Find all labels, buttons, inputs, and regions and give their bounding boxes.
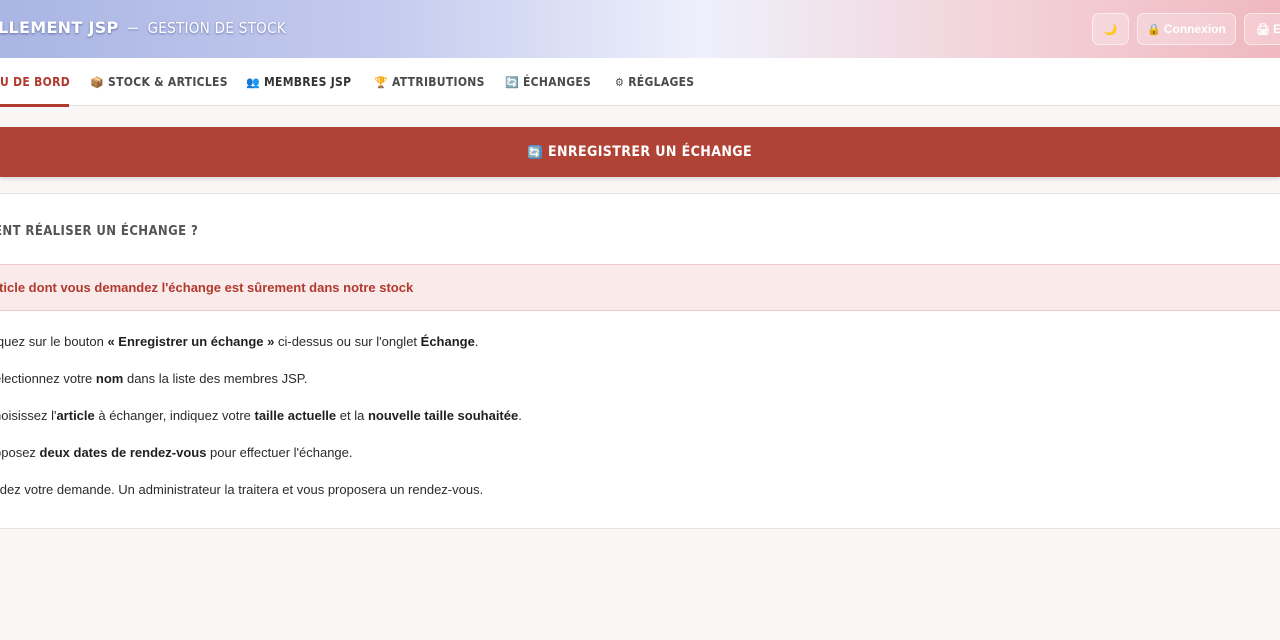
- step-emphasis: article: [56, 408, 95, 423]
- print-button-label: E: [1273, 22, 1280, 36]
- users-icon: 👥: [246, 75, 260, 89]
- exchange-help-card: ENT RÉALISER UN ÉCHANGE ? rticle dont vo…: [0, 193, 1280, 529]
- step-text: à échanger, indiquez votre: [94, 408, 255, 423]
- theme-toggle-button[interactable]: 🌙: [1092, 13, 1129, 45]
- register-exchange-label: ENREGISTRER UN ÉCHANGE: [547, 144, 753, 160]
- brand-name: LLEMENT JSP: [0, 18, 119, 37]
- tab-members[interactable]: 👥 MEMBRES JSP: [246, 58, 351, 106]
- brand-separator: –: [127, 17, 139, 37]
- step-text: électionnez votre: [0, 371, 96, 386]
- login-button[interactable]: 🔒 Connexion: [1137, 13, 1236, 45]
- step-emphasis: Échange: [420, 334, 475, 349]
- step-text: et la: [336, 408, 368, 423]
- step-text: iquez sur le bouton: [0, 334, 108, 349]
- tab-stock-articles-label: STOCK & ARTICLES: [108, 75, 228, 89]
- printer-icon: 🖨: [1256, 23, 1270, 36]
- step-emphasis: taille actuelle: [254, 408, 337, 423]
- register-exchange-button[interactable]: 🔄 ENREGISTRER UN ÉCHANGE: [0, 127, 1280, 177]
- step-emphasis: « Enregistrer un échange »: [107, 334, 275, 349]
- help-step-5: lidez votre demande. Un administrateur l…: [0, 482, 483, 497]
- login-button-label: Connexion: [1163, 22, 1226, 36]
- app-brand: LLEMENT JSP – GESTION DE STOCK: [0, 17, 286, 41]
- print-button[interactable]: 🖨 E: [1244, 13, 1280, 45]
- tab-stock-articles[interactable]: 📦 STOCK & ARTICLES: [90, 58, 228, 106]
- step-emphasis: nouvelle taille souhaitée: [367, 408, 519, 423]
- brand-subtitle: GESTION DE STOCK: [147, 19, 286, 37]
- help-step-4: oposez deux dates de rendez-vous pour ef…: [0, 445, 353, 460]
- step-emphasis: nom: [95, 371, 124, 386]
- tab-attributions[interactable]: 🏆 ATTRIBUTIONS: [374, 58, 485, 106]
- tab-attributions-label: ATTRIBUTIONS: [392, 75, 485, 89]
- tab-dashboard[interactable]: U DE BORD: [0, 58, 71, 107]
- step-text: hoisissez l': [0, 408, 57, 423]
- gear-icon: ⚙: [615, 75, 625, 89]
- package-icon: 📦: [90, 75, 104, 89]
- app-header: LLEMENT JSP – GESTION DE STOCK 🌙 🔒 Conne…: [0, 0, 1280, 58]
- tab-dashboard-label: U DE BORD: [0, 75, 71, 89]
- lock-icon: 🔒: [1147, 23, 1161, 36]
- step-text: .: [518, 408, 522, 423]
- tab-settings-label: RÉGLAGES: [628, 75, 695, 89]
- step-emphasis: deux dates de rendez-vous: [39, 445, 207, 460]
- step-text: pour effectuer l'échange.: [206, 445, 353, 460]
- step-text: oposez: [0, 445, 36, 460]
- help-step-3: hoisissez l'article à échanger, indiquez…: [0, 408, 522, 423]
- step-text: .: [474, 334, 479, 349]
- step-text: dans la liste des membres JSP.: [123, 371, 308, 386]
- tab-exchanges[interactable]: 🔄 ÉCHANGES: [505, 58, 591, 106]
- exchange-icon: 🔄: [527, 145, 542, 159]
- help-title: ENT RÉALISER UN ÉCHANGE ?: [0, 224, 199, 239]
- exchange-icon: 🔄: [505, 75, 519, 89]
- help-step-1: iquez sur le bouton « Enregistrer un éch…: [0, 334, 478, 349]
- tab-members-label: MEMBRES JSP: [264, 75, 352, 89]
- stock-alert-text: rticle dont vous demandez l'échange est …: [0, 280, 414, 295]
- stock-alert: rticle dont vous demandez l'échange est …: [0, 264, 1280, 311]
- moon-icon: 🌙: [1103, 23, 1118, 36]
- tab-exchanges-label: ÉCHANGES: [523, 75, 592, 89]
- main-nav: U DE BORD 📦 STOCK & ARTICLES 👥 MEMBRES J…: [0, 58, 1280, 107]
- help-step-2: électionnez votre nom dans la liste des …: [0, 371, 307, 386]
- step-text: ci-dessus ou sur l'onglet: [274, 334, 421, 349]
- step-text: lidez votre demande. Un administrateur l…: [0, 482, 484, 497]
- trophy-icon: 🏆: [374, 75, 388, 89]
- tab-settings[interactable]: ⚙ RÉGLAGES: [615, 58, 694, 106]
